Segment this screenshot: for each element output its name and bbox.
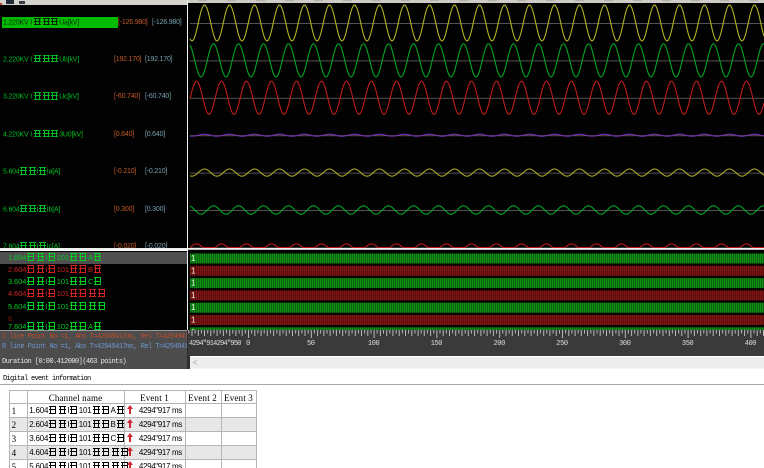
svg-text:0: 0: [246, 340, 250, 348]
svg-text:1: 1: [191, 316, 196, 325]
svg-text:<: <: [193, 358, 198, 368]
svg-text:400: 400: [745, 340, 757, 348]
svg-text:1: 1: [191, 291, 196, 300]
svg-text:350: 350: [682, 340, 694, 348]
svg-text:300: 300: [619, 340, 631, 348]
svg-text:1: 1: [191, 279, 196, 288]
svg-text:1: 1: [191, 266, 196, 275]
svg-text:250: 250: [556, 340, 568, 348]
svg-text:4294"914294"950: 4294"914294"950: [189, 340, 241, 348]
svg-text:200: 200: [493, 340, 505, 348]
svg-text:100: 100: [368, 340, 380, 348]
svg-text:1: 1: [191, 254, 196, 263]
svg-text:150: 150: [431, 340, 443, 348]
svg-text:1: 1: [191, 303, 196, 312]
svg-text:50: 50: [307, 340, 315, 348]
